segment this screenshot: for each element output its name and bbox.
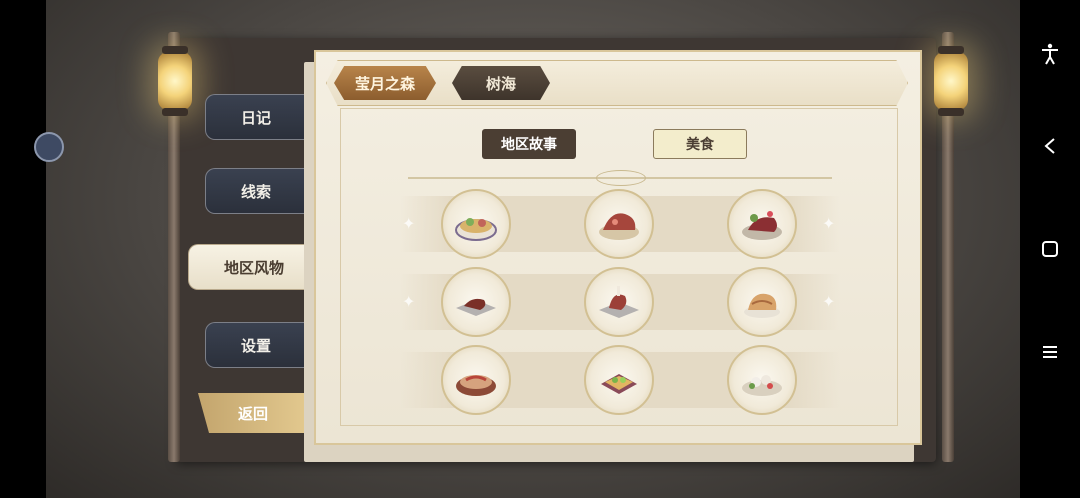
hotpot-icon (456, 375, 496, 396)
menu-icon[interactable] (1020, 332, 1080, 372)
sparkle-icon: ✦ (402, 292, 416, 311)
berry-meat-icon (742, 211, 782, 240)
seafood-salad-icon (742, 375, 782, 396)
noodle-bowl-icon (455, 218, 497, 241)
food-item-gift-box[interactable] (584, 345, 654, 415)
region-tab-moon-forest[interactable]: 莹月之森 (334, 66, 436, 100)
food-item-steak-plate[interactable] (441, 267, 511, 337)
menu-settings-tab[interactable]: 设置 (205, 322, 306, 368)
menu-clues-tab[interactable]: 线索 (205, 168, 306, 214)
roast-meat-icon (599, 213, 639, 240)
gift-box-icon (601, 374, 637, 394)
home-icon[interactable] (1020, 229, 1080, 269)
drumstick-icon (599, 286, 639, 318)
left-lantern-icon (158, 46, 192, 116)
accessibility-icon[interactable] (1020, 34, 1080, 74)
system-nav-bar (1020, 0, 1080, 498)
food-item-noodle-bowl[interactable] (441, 189, 511, 259)
bread-pastry-icon (744, 293, 780, 318)
food-item-bread-pastry[interactable] (727, 267, 797, 337)
steak-plate-icon (456, 298, 496, 316)
sparkle-icon: ✦ (822, 214, 836, 233)
food-item-berry-meat[interactable] (727, 189, 797, 259)
menu-diary-tab[interactable]: 日记 (205, 94, 306, 140)
region-tab-tree-sea[interactable]: 树海 (452, 66, 550, 100)
left-black-bar (0, 0, 46, 498)
tab-region-story[interactable]: 地区故事 (482, 129, 576, 159)
back-icon[interactable] (1020, 126, 1080, 166)
right-lantern-icon (934, 46, 968, 116)
side-round-button[interactable] (34, 132, 64, 162)
divider-ornament-icon (596, 170, 646, 186)
food-item-seafood-salad[interactable] (727, 345, 797, 415)
food-item-hotpot[interactable] (441, 345, 511, 415)
tab-food[interactable]: 美食 (653, 129, 747, 159)
food-item-roast-drumstick[interactable] (584, 267, 654, 337)
back-button[interactable]: 返回 (198, 393, 308, 433)
sparkle-icon: ✦ (402, 214, 416, 233)
sparkle-icon: ✦ (822, 292, 836, 311)
food-item-roast-meat[interactable] (584, 189, 654, 259)
menu-local-customs-tab[interactable]: 地区风物 (188, 244, 319, 290)
